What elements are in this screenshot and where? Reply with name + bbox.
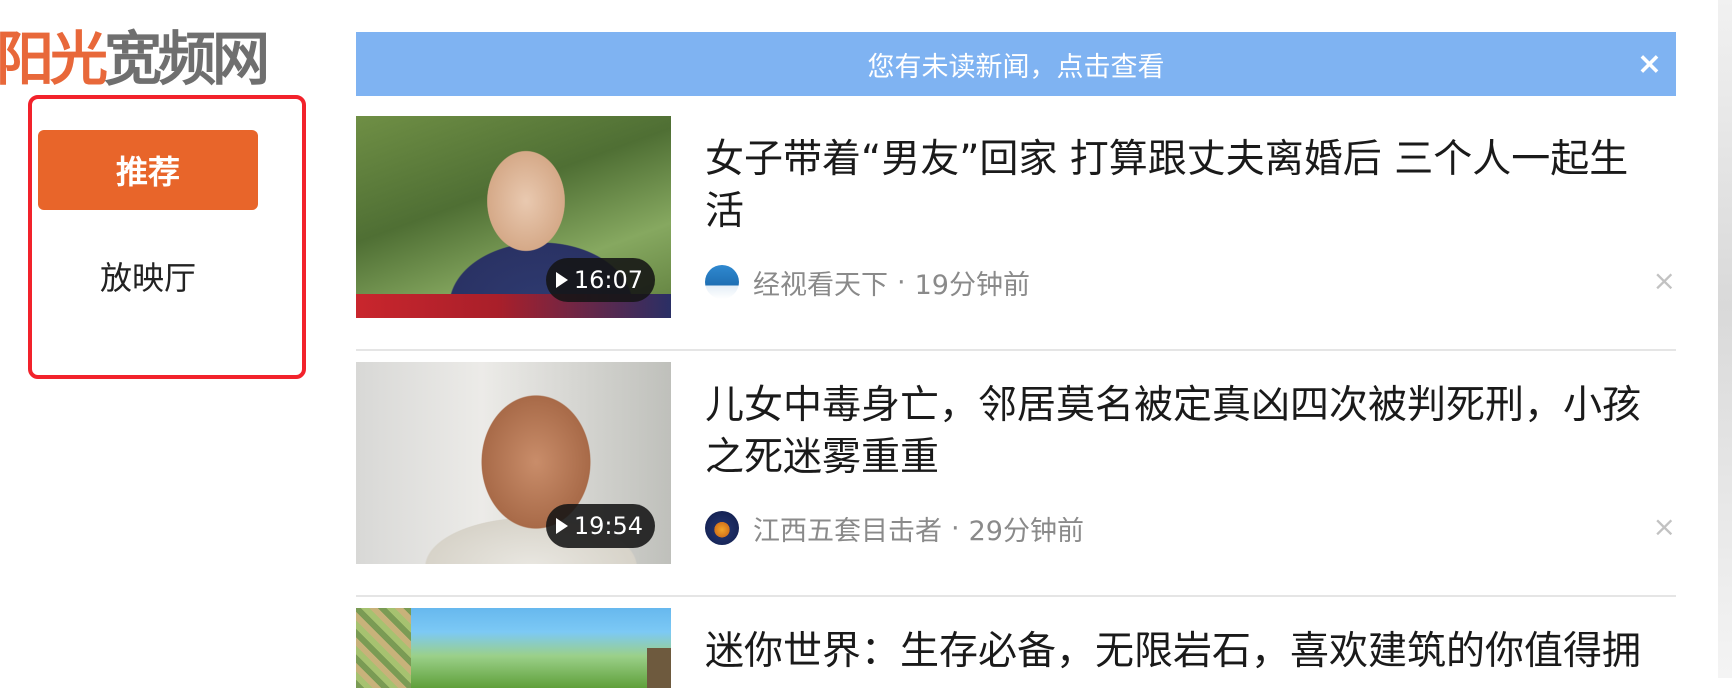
video-thumbnail[interactable] xyxy=(356,608,671,688)
publish-time: 29分钟前 xyxy=(968,515,1084,547)
news-card[interactable]: 19:54 儿女中毒身亡，邻居莫名被定真凶四次被判死刑，小孩之死迷雾重重 江西五… xyxy=(356,362,1676,598)
source-name[interactable]: 经视看天下 xyxy=(753,263,888,302)
source-avatar xyxy=(705,511,739,545)
sidebar-item-recommend[interactable]: 推荐 xyxy=(38,130,258,210)
news-title[interactable]: 女子带着“男友”回家 打算跟丈夫离婚后 三个人一起生活 xyxy=(705,134,1645,238)
close-icon[interactable]: × xyxy=(1653,264,1676,297)
news-title[interactable]: 儿女中毒身亡，邻居莫名被定真凶四次被判死刑，小孩之死迷雾重重 xyxy=(705,380,1645,484)
duration-badge: 19:54 xyxy=(545,504,655,548)
duration-badge: 16:07 xyxy=(545,258,655,302)
duration-text: 19:54 xyxy=(573,512,643,540)
meta-separator: · xyxy=(897,266,906,298)
unread-news-banner[interactable]: 您有未读新闻，点击查看 × xyxy=(356,32,1676,96)
duration-text: 16:07 xyxy=(573,266,643,294)
close-icon[interactable]: × xyxy=(1653,510,1676,543)
logo-text-secondary: 宽频网 xyxy=(104,25,270,93)
site-logo[interactable]: 阳光宽频网 xyxy=(0,22,270,96)
right-edge-fragment xyxy=(1718,0,1732,678)
logo-text-primary: 阳光 xyxy=(0,25,108,93)
source-name[interactable]: 江西五套目击者 xyxy=(753,509,942,548)
thumbnail-pixel-block xyxy=(647,648,671,688)
feed-divider xyxy=(356,595,1676,597)
feed-divider xyxy=(356,349,1676,351)
news-meta: 江西五套目击者 · 29分钟前 xyxy=(705,508,1084,548)
thumbnail-pixel-block xyxy=(356,608,411,688)
close-icon[interactable]: × xyxy=(1637,47,1662,82)
source-avatar xyxy=(705,265,739,299)
video-thumbnail[interactable]: 19:54 xyxy=(356,362,671,564)
sidebar-item-theater[interactable]: 放映厅 xyxy=(38,236,258,316)
video-thumbnail[interactable]: 16:07 xyxy=(356,116,671,318)
play-icon xyxy=(555,272,568,288)
play-icon xyxy=(555,518,568,534)
unread-news-text[interactable]: 您有未读新闻，点击查看 xyxy=(868,45,1165,84)
publish-time: 19分钟前 xyxy=(914,269,1030,301)
news-meta: 经视看天下 · 19分钟前 xyxy=(705,262,1030,302)
meta-separator: · xyxy=(951,512,960,544)
news-card[interactable]: 迷你世界：生存必备，无限岩石，喜欢建筑的你值得拥 xyxy=(356,608,1676,688)
news-card[interactable]: 16:07 女子带着“男友”回家 打算跟丈夫离婚后 三个人一起生活 经视看天下 … xyxy=(356,116,1676,352)
news-title[interactable]: 迷你世界：生存必备，无限岩石，喜欢建筑的你值得拥 xyxy=(705,626,1645,678)
